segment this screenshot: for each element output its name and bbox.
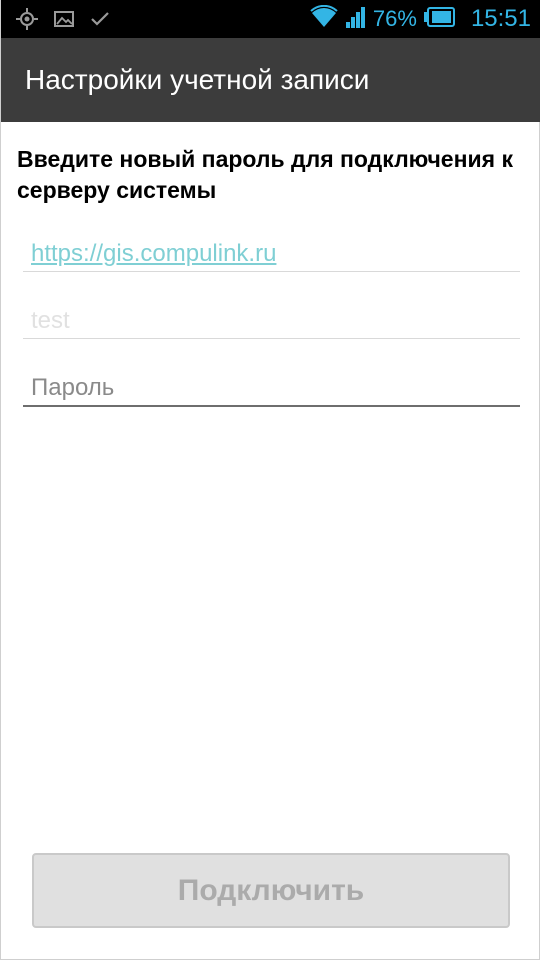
field-underline [23, 271, 520, 272]
password-input[interactable]: Пароль [23, 364, 520, 407]
system-status: 76% 15:51 [309, 0, 531, 38]
checkmark-icon [89, 9, 111, 29]
page-title: Настройки учетной записи [25, 64, 370, 95]
image-icon [53, 9, 75, 29]
password-prompt: Введите новый пароль для подключения к с… [17, 146, 513, 203]
field-underline [23, 405, 520, 407]
status-bar: 76% 15:51 [1, 0, 540, 38]
clock: 15:51 [470, 5, 531, 32]
battery-icon [423, 6, 455, 33]
field-underline [23, 338, 520, 339]
connect-button[interactable]: Подключить [32, 853, 510, 928]
login-field[interactable]: test [23, 297, 520, 339]
server-url-link[interactable]: https://gis.compulink.ru [31, 238, 276, 270]
signal-icon [345, 5, 367, 34]
login-value: test [31, 307, 70, 334]
server-url-field[interactable]: https://gis.compulink.ru [23, 230, 520, 272]
gps-icon [15, 7, 39, 31]
wifi-icon [309, 4, 339, 34]
notification-icons [15, 0, 111, 38]
password-placeholder: Пароль [31, 374, 115, 401]
action-bar: Настройки учетной записи [1, 38, 540, 122]
battery-percent: 76% [372, 6, 417, 31]
